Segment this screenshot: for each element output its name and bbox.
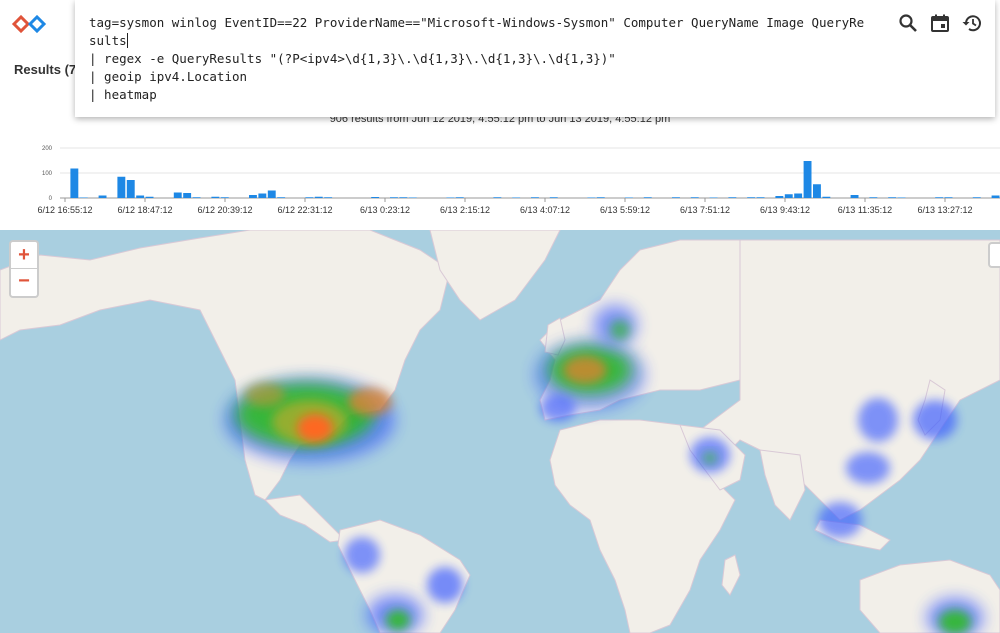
histogram-bar — [728, 197, 737, 198]
query-line: | geoip ipv4.Location — [89, 69, 248, 84]
world-map — [0, 230, 1000, 633]
zoom-control: + − — [9, 240, 39, 298]
histogram-bar — [446, 197, 455, 198]
query-line: sults — [89, 33, 128, 48]
histogram-bar — [305, 197, 314, 198]
histogram-bar — [690, 197, 699, 198]
histogram-bar — [314, 196, 323, 198]
query-line: | heatmap — [89, 87, 157, 102]
histogram-bar — [183, 193, 192, 198]
histogram-bar — [267, 190, 276, 198]
histogram-bar — [625, 197, 633, 198]
histogram-bar — [408, 197, 417, 198]
histogram-bar — [211, 196, 220, 198]
x-tick-label: 6/12 22:31:12 — [277, 205, 332, 215]
histogram-bar — [70, 168, 79, 198]
histogram-bar — [803, 161, 812, 198]
histogram-bar — [126, 180, 135, 198]
histogram-bar — [587, 197, 596, 198]
histogram-bar — [850, 195, 859, 198]
histogram-bar — [991, 195, 1000, 198]
histogram-bar — [136, 195, 145, 198]
x-tick-label: 6/13 0:23:12 — [360, 205, 410, 215]
history-icon[interactable] — [961, 12, 983, 34]
query-text[interactable]: tag=sysmon winlog EventID==22 ProviderNa… — [89, 14, 879, 104]
histogram-bar — [549, 197, 558, 198]
histogram-bar — [324, 197, 333, 198]
y-tick-label: 0 — [49, 196, 53, 202]
layers-button[interactable] — [988, 242, 1000, 268]
histogram-bar — [192, 197, 201, 198]
histogram-bar — [98, 195, 107, 198]
histogram-bar — [747, 197, 756, 198]
histogram-bar — [258, 193, 267, 198]
histogram-bar — [794, 193, 803, 198]
histogram-bar — [390, 197, 398, 198]
histogram-bar — [643, 197, 652, 198]
query-line: | regex -e QueryResults "(?P<ipv4>\d{1,3… — [89, 51, 616, 66]
histogram-bar — [512, 197, 521, 198]
histogram-bar — [277, 197, 286, 198]
histogram-bar — [117, 176, 126, 198]
gravwell-logo-icon[interactable] — [12, 14, 52, 34]
search-results-page: Results (7( tag=sysmon winlog EventID==2… — [0, 0, 1000, 633]
text-caret — [126, 33, 128, 48]
histogram-bar — [493, 197, 502, 198]
histogram-bar — [813, 184, 821, 198]
heatmap-map[interactable]: + − — [0, 230, 1000, 633]
query-line: tag=sysmon winlog EventID==22 ProviderNa… — [89, 15, 865, 30]
x-tick-label: 6/12 20:39:12 — [197, 205, 252, 215]
histogram-bar — [822, 196, 831, 198]
y-tick-label: 200 — [42, 146, 53, 152]
histogram-bar — [784, 194, 793, 198]
histogram-bar — [775, 196, 784, 198]
histogram-bar — [596, 197, 605, 198]
x-tick-label: 6/13 11:35:12 — [838, 205, 892, 215]
histogram-bar — [173, 192, 182, 198]
histogram-bar — [220, 197, 229, 198]
calendar-icon[interactable] — [929, 12, 951, 34]
search-icon[interactable] — [897, 12, 919, 34]
x-tick-label: 6/13 7:51:12 — [680, 205, 730, 215]
histogram-bar — [145, 196, 154, 198]
histogram-bar — [756, 197, 765, 198]
x-tick-label: 6/12 18:47:12 — [117, 205, 172, 215]
zoom-out-button[interactable]: − — [11, 268, 37, 294]
histogram-bar — [897, 197, 906, 198]
histogram-bar — [888, 197, 897, 198]
histogram-bar — [399, 197, 408, 198]
histogram-chart[interactable]: 0 100 200 6/12 16:55:12 6/12 18:47:12 6/12 20… — [0, 140, 1000, 225]
histogram-bar — [709, 197, 718, 198]
histogram-bar — [531, 197, 539, 198]
histogram-bar — [371, 197, 380, 198]
histogram-bar — [935, 197, 944, 198]
histogram-bar — [455, 197, 464, 198]
x-tick-label: 6/12 16:55:12 — [37, 205, 92, 215]
zoom-in-button[interactable]: + — [11, 242, 37, 268]
histogram-bar — [944, 197, 953, 198]
x-tick-label: 6/13 4:07:12 — [520, 205, 570, 215]
x-tick-label: 6/13 9:43:12 — [760, 205, 810, 215]
histogram-bar — [869, 197, 878, 198]
y-tick-label: 100 — [42, 171, 53, 177]
tab-results[interactable]: Results (7( — [0, 55, 78, 85]
x-tick-label: 6/13 2:15:12 — [440, 205, 490, 215]
histogram-bar — [249, 195, 257, 198]
histogram-bar — [79, 197, 88, 198]
histogram-bar — [972, 197, 981, 198]
x-tick-label: 6/13 13:27:12 — [917, 205, 972, 215]
query-editor[interactable]: tag=sysmon winlog EventID==22 ProviderNa… — [75, 0, 995, 117]
histogram-bar — [672, 197, 680, 198]
x-tick-label: 6/13 5:59:12 — [600, 205, 650, 215]
